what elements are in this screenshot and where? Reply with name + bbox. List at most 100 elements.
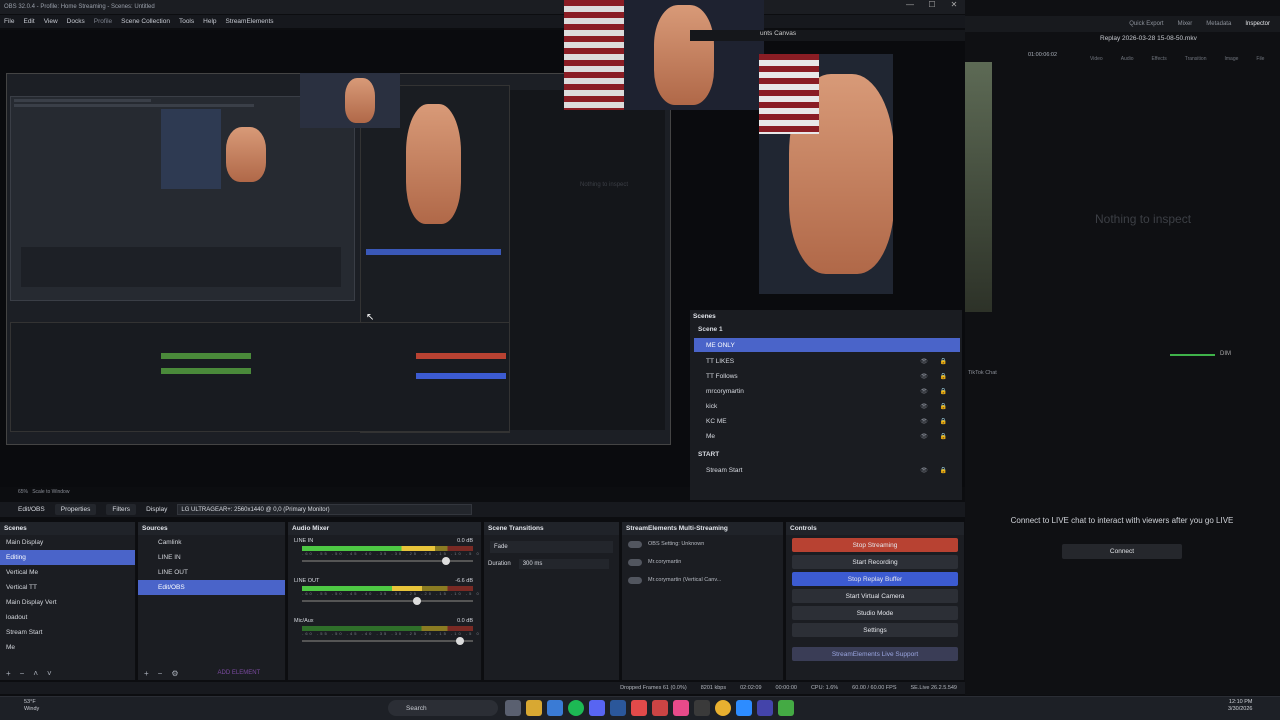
fader-knob[interactable] bbox=[442, 557, 451, 565]
stop-replay-button[interactable]: Stop Replay Buffer bbox=[792, 572, 958, 586]
weather-widget[interactable]: 53°F Windy bbox=[24, 699, 39, 713]
menu-profile[interactable]: Profile bbox=[94, 18, 112, 25]
scene-item-kick[interactable]: kick 👁 🔒 bbox=[694, 399, 960, 413]
source-line-out[interactable]: LINE OUT bbox=[138, 565, 285, 580]
menu-streamelements[interactable]: StreamElements bbox=[226, 18, 274, 25]
scene-item-mrcorymartin[interactable]: mrcorymartin 👁 🔒 bbox=[694, 384, 960, 398]
scene-item-kc-me[interactable]: KC ME 👁 🔒 bbox=[694, 414, 960, 428]
scene-item-tt-follows[interactable]: TT Follows 👁 🔒 bbox=[694, 369, 960, 383]
settings-button[interactable]: Settings bbox=[792, 623, 958, 637]
tab-mixer[interactable]: Mixer bbox=[1178, 21, 1193, 27]
start-virtual-camera-button[interactable]: Start Virtual Camera bbox=[792, 589, 958, 603]
spotify-icon[interactable] bbox=[568, 700, 584, 716]
minimize-button[interactable]: — bbox=[899, 0, 921, 9]
scene-item-tt-likes[interactable]: TT LIKES 👁 🔒 bbox=[694, 354, 960, 368]
visibility-lock-icon[interactable]: 👁 🔒 bbox=[920, 418, 952, 425]
scene-main-display-vert[interactable]: Main Display Vert bbox=[0, 595, 135, 610]
menu-help[interactable]: Help bbox=[203, 18, 216, 25]
app-icon[interactable] bbox=[589, 700, 605, 716]
move-down-icon[interactable]: ˅ bbox=[47, 669, 52, 678]
menu-view[interactable]: View bbox=[44, 18, 58, 25]
menu-docks[interactable]: Docks bbox=[67, 18, 85, 25]
scene-group-1[interactable]: Scene 1 bbox=[694, 322, 960, 336]
menu-file[interactable]: File bbox=[4, 18, 14, 25]
menu-scene-collection[interactable]: Scene Collection bbox=[121, 18, 170, 25]
duration-input[interactable]: 300 ms bbox=[518, 559, 609, 569]
source-line-in[interactable]: LINE IN bbox=[138, 550, 285, 565]
scene-item-stream-start[interactable]: Stream Start 👁 🔒 bbox=[694, 463, 960, 477]
filters-button[interactable]: Filters bbox=[106, 504, 137, 515]
volume-slider[interactable] bbox=[1170, 354, 1215, 356]
start-recording-button[interactable]: Start Recording bbox=[792, 555, 958, 569]
scene-loadout[interactable]: loadout bbox=[0, 610, 135, 625]
properties-button[interactable]: Properties bbox=[54, 504, 97, 515]
app-icon[interactable] bbox=[610, 700, 626, 716]
scene-vertical-me[interactable]: Vertical Me bbox=[0, 565, 135, 580]
scene-stream-start[interactable]: Stream Start bbox=[0, 625, 135, 640]
toggle-switch[interactable] bbox=[628, 558, 642, 566]
scene-me[interactable]: Me bbox=[0, 640, 135, 655]
volume-fader[interactable] bbox=[302, 637, 473, 645]
display-select[interactable]: LG ULTRAGEAR+: 2560x1440 @ 0,0 (Primary … bbox=[177, 504, 473, 515]
subtab-file[interactable]: File bbox=[1256, 56, 1264, 74]
subtab-audio[interactable]: Audio bbox=[1121, 56, 1134, 74]
app-icon[interactable] bbox=[673, 700, 689, 716]
fader-knob[interactable] bbox=[455, 637, 464, 645]
taskbar-clock[interactable]: 12:10 PM 3/30/2026 bbox=[1228, 699, 1252, 713]
live-support-button[interactable]: StreamElements Live Support bbox=[792, 647, 958, 661]
subtab-transition[interactable]: Transition bbox=[1185, 56, 1207, 74]
scene-vertical-tt[interactable]: Vertical TT bbox=[0, 580, 135, 595]
app-icon[interactable] bbox=[778, 700, 794, 716]
taskbar-search[interactable]: Search bbox=[388, 700, 498, 716]
visibility-lock-icon[interactable]: 👁 🔒 bbox=[920, 403, 952, 410]
remove-icon[interactable]: − bbox=[20, 669, 25, 678]
app-icon[interactable] bbox=[505, 700, 521, 716]
menu-edit[interactable]: Edit bbox=[23, 18, 34, 25]
volume-fader[interactable] bbox=[302, 557, 473, 565]
stop-streaming-button[interactable]: Stop Streaming bbox=[792, 538, 958, 552]
scene-group-start[interactable]: START bbox=[694, 447, 960, 461]
toggle-switch[interactable] bbox=[628, 540, 642, 548]
fader-knob[interactable] bbox=[413, 597, 422, 605]
tab-inspector[interactable]: Inspector bbox=[1245, 21, 1270, 27]
add-icon[interactable]: + bbox=[6, 669, 11, 678]
move-up-icon[interactable]: ˄ bbox=[33, 669, 38, 678]
gear-icon[interactable]: ⚙ bbox=[171, 669, 178, 678]
menu-tools[interactable]: Tools bbox=[179, 18, 194, 25]
scene-item-me[interactable]: Me 👁 🔒 bbox=[694, 429, 960, 443]
subtab-video[interactable]: Video bbox=[1090, 56, 1103, 74]
app-icon[interactable] bbox=[652, 700, 668, 716]
tab-metadata[interactable]: Metadata bbox=[1206, 21, 1231, 27]
subtab-image[interactable]: Image bbox=[1224, 56, 1238, 74]
app-icon[interactable] bbox=[547, 700, 563, 716]
app-icon[interactable] bbox=[631, 700, 647, 716]
close-button[interactable]: ✕ bbox=[943, 0, 965, 9]
tab-quick-export[interactable]: Quick Export bbox=[1129, 21, 1163, 27]
source-edit-obs[interactable]: Edit/OBS bbox=[138, 580, 285, 595]
volume-fader[interactable] bbox=[302, 597, 473, 605]
visibility-lock-icon[interactable]: 👁 🔒 bbox=[920, 373, 952, 380]
studio-mode-button[interactable]: Studio Mode bbox=[792, 606, 958, 620]
visibility-lock-icon[interactable]: 👁 🔒 bbox=[920, 358, 952, 365]
chrome-icon[interactable] bbox=[715, 700, 731, 716]
scale-mode[interactable]: Scale to Window bbox=[32, 489, 69, 495]
connect-button[interactable]: Connect bbox=[1062, 544, 1182, 559]
app-icon[interactable] bbox=[694, 700, 710, 716]
visibility-lock-icon[interactable]: 👁 🔒 bbox=[920, 388, 952, 395]
remove-icon[interactable]: − bbox=[158, 669, 163, 678]
app-icon[interactable] bbox=[736, 700, 752, 716]
transition-select[interactable]: Fade bbox=[490, 541, 613, 553]
visibility-lock-icon[interactable]: 👁 🔒 bbox=[920, 467, 952, 474]
scene-item-me-only[interactable]: ME ONLY bbox=[694, 338, 960, 352]
add-icon[interactable]: + bbox=[144, 669, 149, 678]
add-element-button[interactable]: ADD ELEMENT bbox=[218, 670, 261, 676]
subtab-effects[interactable]: Effects bbox=[1152, 56, 1167, 74]
maximize-button[interactable]: ☐ bbox=[921, 0, 943, 9]
source-camlink[interactable]: Camlink bbox=[138, 535, 285, 550]
zoom-level[interactable]: 65% bbox=[18, 489, 28, 495]
app-icon[interactable] bbox=[757, 700, 773, 716]
scene-main-display[interactable]: Main Display bbox=[0, 535, 135, 550]
folder-icon[interactable] bbox=[526, 700, 542, 716]
visibility-lock-icon[interactable]: 👁 🔒 bbox=[920, 433, 952, 440]
scene-editing[interactable]: Editing bbox=[0, 550, 135, 565]
